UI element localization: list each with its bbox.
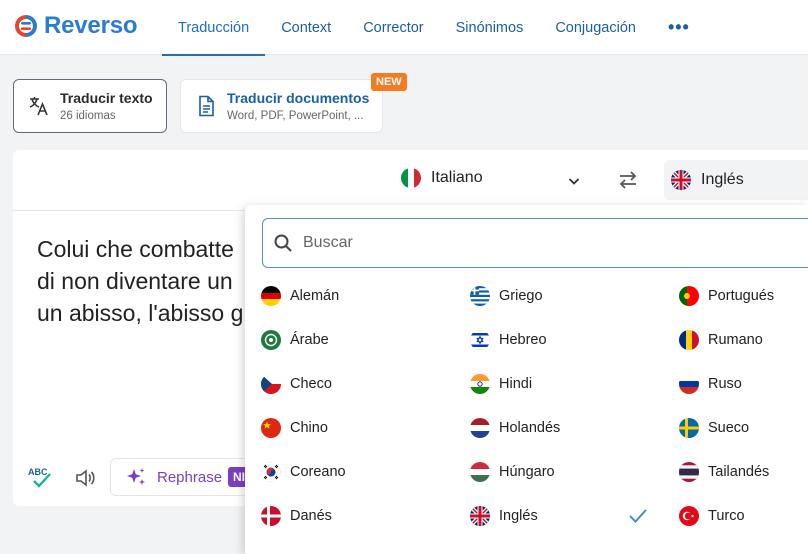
language-option-ruso[interactable]: Ruso xyxy=(679,372,742,396)
language-option-hebreo[interactable]: Hebreo xyxy=(470,328,547,352)
language-option-rumano[interactable]: Rumano xyxy=(679,328,763,352)
nav-sinonimos[interactable]: Sinónimos xyxy=(440,0,540,55)
source-text-area[interactable]: Colui che combatte di non diventare un u… xyxy=(37,233,257,329)
document-icon xyxy=(195,95,217,117)
target-language-dropdown: Alemán Árabe Checo Chino Coreano Danés G… xyxy=(245,205,808,554)
language-option-label: Tailandés xyxy=(708,464,770,480)
top-header: Reverso Traducción Context Corrector Sin… xyxy=(0,0,808,56)
sweden-flag-icon xyxy=(679,418,699,438)
language-option-tailandes[interactable]: Tailandés xyxy=(679,460,769,484)
source-language-label: Italiano xyxy=(431,169,483,186)
language-option-hungaro[interactable]: Húngaro xyxy=(470,460,555,484)
uk-flag-icon xyxy=(671,170,691,190)
denmark-flag-icon xyxy=(261,506,281,526)
source-text-line: un abisso, l'abisso g xyxy=(37,300,244,326)
language-option-aleman[interactable]: Alemán xyxy=(261,284,339,308)
language-option-holandes[interactable]: Holandés xyxy=(470,416,560,440)
rephrase-label: Rephrase xyxy=(157,468,223,486)
language-option-chino[interactable]: Chino xyxy=(261,416,328,440)
language-option-sueco[interactable]: Sueco xyxy=(679,416,749,440)
chevron-down-icon[interactable] xyxy=(566,173,582,189)
target-language-selector[interactable]: Inglés xyxy=(664,160,808,200)
israel-flag-icon xyxy=(470,330,490,350)
nav-conjugacion[interactable]: Conjugación xyxy=(539,0,652,55)
language-option-ingles[interactable]: Inglés xyxy=(470,504,538,528)
translate-text-subtitle: 26 idiomas xyxy=(60,110,116,122)
language-option-portugues[interactable]: Portugués xyxy=(679,284,774,308)
translate-documents-subtitle: Word, PDF, PowerPoint, ... xyxy=(227,110,364,122)
turkey-flag-icon xyxy=(679,506,699,526)
svg-text:ABC: ABC xyxy=(28,467,48,477)
language-option-label: Hebreo xyxy=(499,332,547,348)
language-option-label: Alemán xyxy=(290,288,340,304)
language-option-griego[interactable]: Griego xyxy=(470,284,543,308)
language-option-label: Checo xyxy=(290,376,332,392)
language-search-box xyxy=(262,218,808,268)
speaker-icon[interactable] xyxy=(75,467,97,489)
language-option-label: Danés xyxy=(290,508,332,524)
india-flag-icon xyxy=(470,374,490,394)
brand-name: Reverso xyxy=(44,12,138,39)
netherlands-flag-icon xyxy=(470,418,490,438)
nav-corrector[interactable]: Corrector xyxy=(347,0,439,55)
language-option-label: Hindi xyxy=(499,376,533,392)
translate-text-title: Traducir texto xyxy=(60,90,153,106)
translate-text-tab[interactable]: Traducir texto 26 idiomas xyxy=(13,79,167,133)
source-text-line: di non diventare un xyxy=(37,268,233,294)
source-language-selector[interactable]: Italiano xyxy=(401,168,483,188)
target-language-label: Inglés xyxy=(701,171,744,188)
spellcheck-icon[interactable]: ABC xyxy=(28,465,56,491)
language-option-label: Turco xyxy=(708,508,745,524)
new-badge: NEW xyxy=(371,73,407,91)
language-option-checo[interactable]: Checo xyxy=(261,372,332,396)
language-option-label: Coreano xyxy=(290,464,346,480)
translate-icon xyxy=(28,95,50,117)
translate-documents-tab[interactable]: Traducir documentos Word, PDF, PowerPoin… xyxy=(180,79,383,133)
translate-documents-title: Traducir documentos xyxy=(227,90,370,106)
hungary-flag-icon xyxy=(470,462,490,482)
thailand-flag-icon xyxy=(679,462,699,482)
main-nav: Traducción Context Corrector Sinónimos C… xyxy=(162,0,706,56)
language-option-label: Griego xyxy=(499,288,543,304)
portugal-flag-icon xyxy=(679,286,699,306)
reverso-logo[interactable]: Reverso xyxy=(12,12,138,40)
nav-context[interactable]: Context xyxy=(265,0,347,55)
uk-flag-icon xyxy=(470,506,490,526)
source-text-line: Colui che combatte xyxy=(37,236,234,262)
nav-traduccion[interactable]: Traducción xyxy=(162,0,266,56)
language-option-danes[interactable]: Danés xyxy=(261,504,332,528)
germany-flag-icon xyxy=(261,286,281,306)
greece-flag-icon xyxy=(470,286,490,306)
korea-flag-icon xyxy=(261,462,281,482)
language-option-label: Inglés xyxy=(499,508,538,524)
swap-languages-icon[interactable] xyxy=(617,169,639,191)
search-icon xyxy=(274,234,292,252)
arabic-flag-icon xyxy=(261,330,281,350)
reverso-logo-icon xyxy=(15,15,37,37)
rephrase-button[interactable]: Rephrase NI xyxy=(110,458,250,496)
language-option-coreano[interactable]: Coreano xyxy=(261,460,346,484)
more-menu-icon[interactable]: ••• xyxy=(652,0,706,55)
romania-flag-icon xyxy=(679,330,699,350)
language-search-input[interactable] xyxy=(303,234,703,252)
selected-check-icon xyxy=(629,509,647,523)
language-option-label: Húngaro xyxy=(499,464,555,480)
sparkle-icon xyxy=(127,468,145,485)
czech-flag-icon xyxy=(261,374,281,394)
language-option-hindi[interactable]: Hindi xyxy=(470,372,532,396)
language-option-label: Rumano xyxy=(708,332,763,348)
language-option-turco[interactable]: Turco xyxy=(679,504,745,528)
language-option-label: Árabe xyxy=(290,332,329,348)
language-option-label: Chino xyxy=(290,420,328,436)
russia-flag-icon xyxy=(679,374,699,394)
language-option-label: Portugués xyxy=(708,288,775,304)
language-option-label: Sueco xyxy=(708,420,750,436)
china-flag-icon xyxy=(261,418,281,438)
italy-flag-icon xyxy=(401,168,421,188)
language-option-label: Holandés xyxy=(499,420,561,436)
language-option-label: Ruso xyxy=(708,376,742,392)
language-option-arabe[interactable]: Árabe xyxy=(261,328,329,352)
